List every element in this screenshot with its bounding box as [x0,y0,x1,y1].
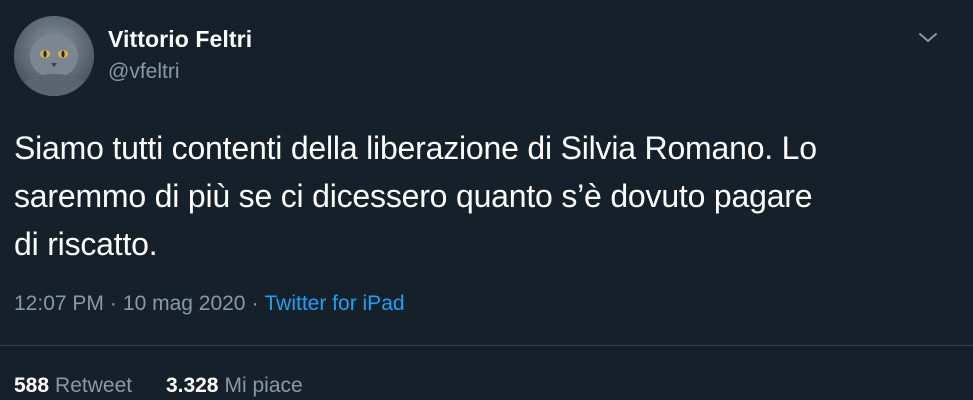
cat-avatar-image [14,16,94,96]
tweet-time[interactable]: 12:07 PM [14,292,104,315]
author-name[interactable]: Vittorio Feltri [108,26,252,53]
tweet-text: Siamo tutti contenti della liberazione d… [14,130,817,262]
retweets-stat[interactable]: 588 Retweet [14,374,132,398]
tweet-meta: 12:07 PM · 10 mag 2020 · Twitter for iPad [14,292,405,316]
tweet-date[interactable]: 10 mag 2020 [123,292,246,315]
author-handle[interactable]: @vfeltri [108,60,180,84]
divider [0,345,973,346]
chevron-down-icon[interactable] [914,26,942,50]
tweet-card: Vittorio Feltri @vfeltri Siamo tutti con… [0,0,973,400]
retweets-count: 588 [14,374,50,397]
likes-label: Mi piace [224,374,303,397]
avatar[interactable] [14,16,94,96]
likes-count: 3.328 [165,374,219,397]
tweet-source-link[interactable]: Twitter for iPad [265,292,405,315]
tweet-stats: 588 Retweet 3.328 Mi piace [14,374,331,398]
meta-separator: · [109,292,117,315]
likes-stat[interactable]: 3.328 Mi piace [166,374,303,398]
meta-separator: · [251,292,259,315]
retweets-label: Retweet [55,374,133,397]
